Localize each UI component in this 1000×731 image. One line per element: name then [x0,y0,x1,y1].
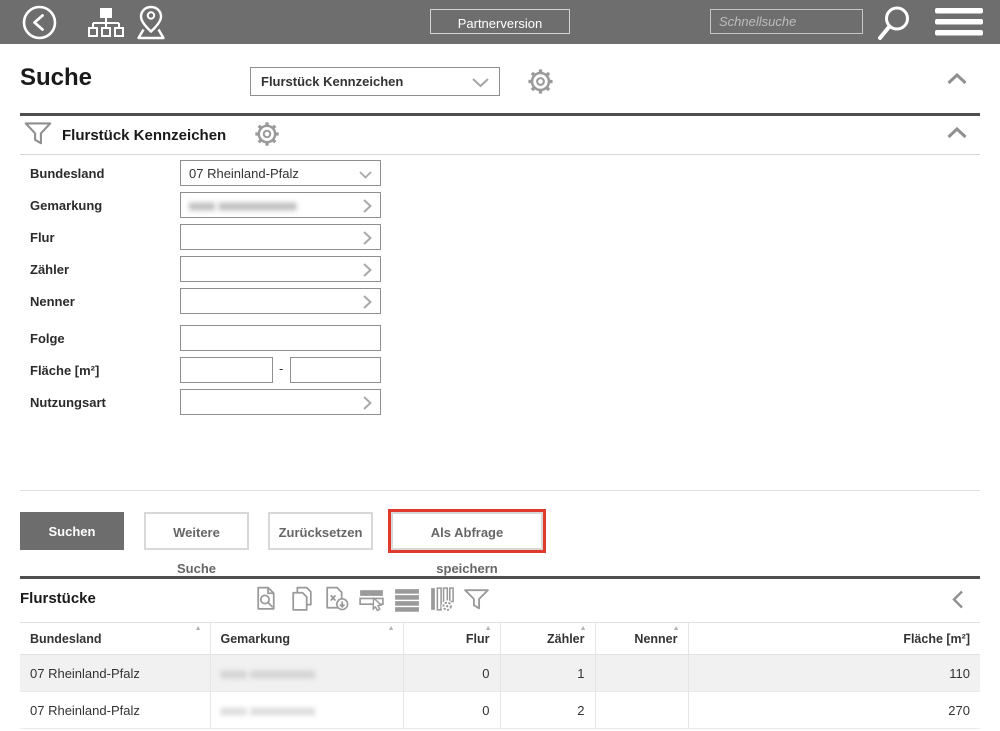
back-icon[interactable] [21,4,58,41]
column-header-flur[interactable]: Flur ▲ [403,623,500,655]
chevron-down-icon [472,78,489,88]
rows-view-icon[interactable] [392,585,421,614]
cell-flaeche: 110 [688,655,980,692]
export-download-icon[interactable] [322,585,351,614]
filter-funnel-icon [24,121,52,148]
table-row[interactable]: 07 Rheinland-Pfalz xxxx xxxxxxxxxx 0 1 1… [20,655,980,692]
column-label: Zähler [547,632,585,646]
cell-gemarkung: xxxx xxxxxxxxxx [210,655,403,692]
zaehler-input[interactable] [180,256,381,282]
collapse-results-chevron-left-icon[interactable] [952,590,964,609]
sort-asc-icon: ▲ [388,625,395,633]
filter-settings-gear-icon[interactable] [253,120,281,148]
collapse-search-chevron-up-icon[interactable] [947,73,967,85]
column-header-gemarkung[interactable]: Gemarkung ▲ [210,623,403,655]
folge-label: Folge [30,331,65,346]
column-label: Fläche [m²] [903,632,970,646]
copy-document-icon[interactable] [287,585,316,614]
cell-nenner [595,692,688,729]
flur-label: Flur [30,230,55,245]
hamburger-menu-icon[interactable] [934,7,984,37]
flaeche-range-separator: - [279,361,283,376]
column-label: Gemarkung [221,632,290,646]
chevron-right-icon [363,263,372,277]
nenner-input[interactable] [180,288,381,314]
bundesland-value: 07 Rheinland-Pfalz [189,166,299,181]
cell-zaehler: 1 [500,655,595,692]
table-header-row: Bundesland ▲ Gemarkung ▲ Flur ▲ Zähler ▲… [20,623,980,655]
document-preview-icon[interactable] [252,585,281,614]
bundesland-label: Bundesland [30,166,104,181]
chevron-right-icon [363,295,372,309]
table-row[interactable]: 07 Rheinland-Pfalz xxxx xxxxxxxxxx 0 2 2… [20,692,980,729]
gemarkung-input[interactable]: xxxx xxxxxxxxxxxx [180,192,381,218]
hierarchy-icon[interactable] [88,7,124,38]
cell-bundesland: 07 Rheinland-Pfalz [20,692,210,729]
top-navigation-bar: Partnerversion [0,0,1000,44]
partner-version-button[interactable]: Partnerversion [430,9,570,34]
search-icon[interactable] [873,4,913,42]
collapse-filter-chevron-up-icon[interactable] [947,127,967,139]
column-settings-icon[interactable] [427,585,456,614]
filter-icon[interactable] [462,585,491,614]
flaeche-min-input[interactable] [180,357,273,383]
chevron-right-icon [363,396,372,410]
sort-asc-icon: ▲ [580,625,587,633]
quick-search-input[interactable] [710,9,863,34]
chevron-down-icon [359,171,372,179]
filter-panel-title: Flurstück Kennzeichen [62,127,226,144]
column-header-bundesland[interactable]: Bundesland ▲ [20,623,210,655]
gemarkung-masked-value: xxxx xxxxxxxxxxxx [189,198,297,213]
cell-zaehler: 2 [500,692,595,729]
als-abfrage-speichern-button[interactable]: Als Abfrage speichern [391,512,543,550]
select-row-icon[interactable] [357,585,386,614]
weitere-suche-button[interactable]: Weitere Suche [144,512,249,550]
cell-flur: 0 [403,655,500,692]
cell-gemarkung: xxxx xxxxxxxxxx [210,692,403,729]
section-divider [20,113,980,116]
cell-flaeche: 270 [688,692,980,729]
column-header-zaehler[interactable]: Zähler ▲ [500,623,595,655]
column-label: Bundesland [30,632,102,646]
nutzungsart-label: Nutzungsart [30,395,106,410]
zaehler-label: Zähler [30,262,69,277]
cell-bundesland: 07 Rheinland-Pfalz [20,655,210,692]
section-divider [20,576,980,579]
cell-flur: 0 [403,692,500,729]
chevron-right-icon [363,199,372,213]
page-title: Suche [20,64,92,92]
nenner-label: Nenner [30,294,75,309]
flaeche-max-input[interactable] [290,357,381,383]
chevron-right-icon [363,231,372,245]
flaeche-label: Fläche [m²] [30,363,99,378]
search-type-dropdown[interactable]: Flurstück Kennzeichen [250,67,500,96]
suchen-button[interactable]: Suchen [20,512,124,550]
flur-input[interactable] [180,224,381,250]
column-header-nenner[interactable]: Nenner ▲ [595,623,688,655]
map-location-icon[interactable] [132,5,170,40]
search-type-selected-value: Flurstück Kennzeichen [261,74,403,89]
panel-divider [20,154,980,155]
results-table: Bundesland ▲ Gemarkung ▲ Flur ▲ Zähler ▲… [20,622,980,729]
sort-asc-icon: ▲ [195,625,202,633]
folge-input[interactable] [180,325,381,351]
form-actions-divider [20,490,980,491]
sort-asc-icon: ▲ [673,625,680,633]
gemarkung-label: Gemarkung [30,198,102,213]
sort-asc-icon: ▲ [485,625,492,633]
cell-nenner [595,655,688,692]
column-header-flaeche[interactable]: Fläche [m²] [688,623,980,655]
column-label: Nenner [634,632,677,646]
zuruecksetzen-button[interactable]: Zurücksetzen [268,512,373,550]
results-title: Flurstücke [20,590,96,607]
results-toolbar [252,585,491,614]
bundesland-select[interactable]: 07 Rheinland-Pfalz [180,160,381,186]
column-label: Flur [466,632,490,646]
search-settings-gear-icon[interactable] [526,67,555,96]
nutzungsart-input[interactable] [180,389,381,415]
